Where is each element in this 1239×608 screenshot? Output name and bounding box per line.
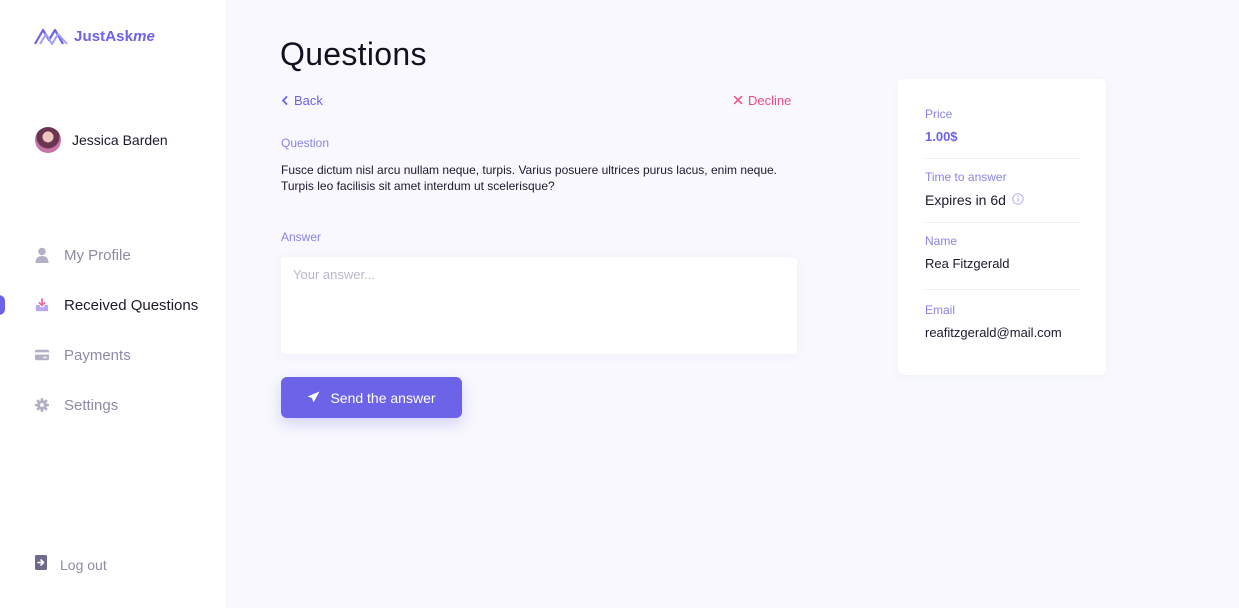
sidebar-item-payments[interactable]: Payments	[0, 330, 226, 380]
sidebar-nav: My Profile Received Questions Payments S…	[0, 230, 226, 430]
sidebar-item-label: My Profile	[64, 246, 131, 264]
logo-text-main: JustAsk	[74, 27, 134, 45]
email-row: Email reafitzgerald@mail.com	[925, 303, 1079, 340]
page-title: Questions	[280, 36, 427, 72]
answer-label: Answer	[281, 230, 322, 244]
question-info-card: Price 1.00$ Time to answer Expires in 6d…	[898, 79, 1106, 375]
send-icon	[307, 390, 320, 406]
back-label: Back	[294, 93, 323, 108]
logout-icon	[35, 555, 47, 575]
answer-input[interactable]	[281, 257, 797, 354]
price-label: Price	[925, 107, 953, 121]
sidebar-item-label: Payments	[64, 346, 131, 364]
email-value: reafitzgerald@mail.com	[925, 325, 1062, 340]
app-root: JustAskme Jessica Barden My Profile Rece…	[0, 0, 1239, 608]
name-label: Name	[925, 234, 958, 248]
user-icon	[35, 247, 49, 263]
sidebar-item-settings[interactable]: Settings	[0, 380, 226, 430]
question-text: Fusce dictum nisl arcu nullam neque, tur…	[281, 163, 778, 193]
logo-text-italic: me	[133, 27, 155, 45]
time-value-wrap: Expires in 6d	[925, 192, 1079, 208]
decline-button[interactable]: Decline	[733, 93, 791, 108]
send-answer-button[interactable]: Send the answer	[281, 377, 462, 418]
logo-text: JustAskme	[74, 28, 155, 45]
sidebar-item-received-questions[interactable]: Received Questions	[0, 280, 226, 330]
decline-label: Decline	[748, 93, 792, 108]
logo[interactable]: JustAskme	[34, 26, 155, 46]
close-icon	[733, 93, 743, 108]
sidebar-item-label: Received Questions	[64, 296, 199, 314]
logout-label: Log out	[60, 557, 107, 573]
sidebar-item-my-profile[interactable]: My Profile	[0, 230, 226, 280]
info-icon[interactable]	[1012, 192, 1024, 208]
time-label: Time to answer	[925, 170, 1007, 184]
active-indicator	[0, 295, 5, 315]
time-value: Expires in 6d	[925, 192, 1006, 208]
avatar	[35, 127, 61, 153]
gear-icon	[35, 398, 49, 412]
email-label: Email	[925, 303, 956, 317]
logout-button[interactable]: Log out	[35, 555, 107, 575]
name-value: Rea Fitzgerald	[925, 256, 1010, 271]
price-value: 1.00$	[925, 129, 958, 144]
credit-card-icon	[35, 348, 49, 362]
logo-mark-icon	[34, 26, 68, 46]
sidebar: JustAskme Jessica Barden My Profile Rece…	[0, 0, 226, 608]
price-row: Price 1.00$	[925, 107, 1079, 159]
back-link[interactable]: Back	[281, 93, 323, 108]
chevron-left-icon	[281, 93, 288, 108]
send-label: Send the answer	[330, 389, 436, 406]
time-row: Time to answer Expires in 6d	[925, 170, 1079, 223]
name-row: Name Rea Fitzgerald	[925, 234, 1079, 290]
inbox-download-icon	[35, 298, 49, 312]
question-label: Question	[281, 136, 330, 150]
sidebar-item-label: Settings	[64, 396, 119, 414]
user-name: Jessica Barden	[72, 132, 168, 148]
user-profile[interactable]: Jessica Barden	[35, 127, 168, 153]
